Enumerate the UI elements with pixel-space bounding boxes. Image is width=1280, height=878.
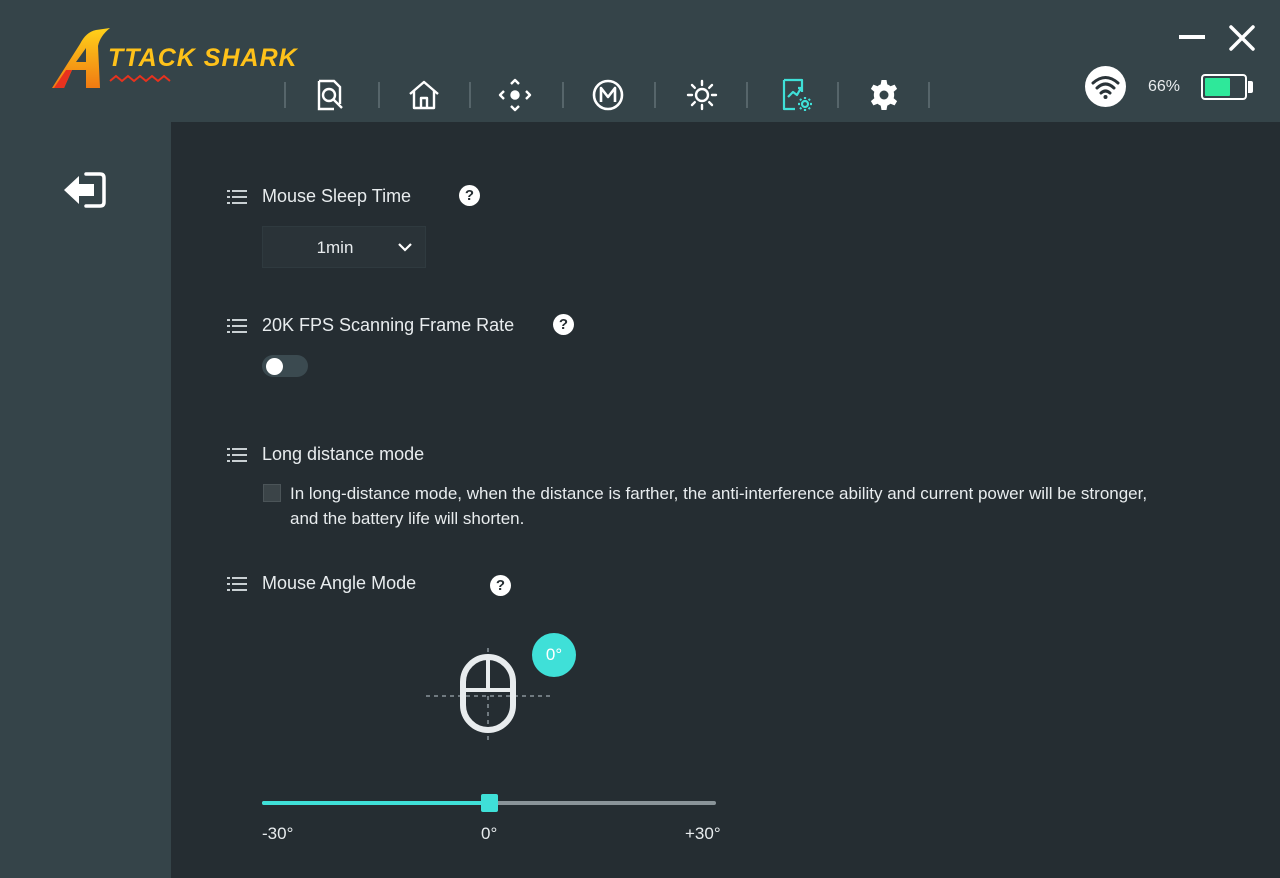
help-icon[interactable]: ? [459,185,480,206]
gear-icon[interactable] [866,77,902,113]
nav-separator [654,82,656,108]
chevron-down-icon [398,243,412,252]
sleep-time-title: Mouse Sleep Time [262,186,412,206]
slider-max-label: +30° [685,824,721,843]
nav-separator [469,82,471,108]
angle-mode-title: Mouse Angle Mode [262,573,417,593]
battery-icon [1201,74,1247,100]
performance-settings-icon[interactable] [778,77,814,113]
nav-separator [562,82,564,108]
long-distance-checkbox[interactable] [263,484,281,502]
list-icon [227,577,247,591]
macro-m-icon[interactable] [590,77,626,113]
slider-min-label: -30° [262,824,294,843]
angle-value-badge: 0° [532,633,576,677]
long-distance-description: In long-distance mode, when the distance… [290,484,1148,528]
wifi-icon [1085,66,1126,107]
minimize-icon[interactable] [1176,22,1208,54]
sleep-time-select[interactable]: 1min [262,226,426,268]
battery-cap [1248,81,1253,93]
svg-text:TTACK SHARK: TTACK SHARK [108,44,299,72]
home-icon[interactable] [406,77,442,113]
nav-separator [284,82,286,108]
long-distance-title: Long distance mode [262,444,425,464]
nav-separator [928,82,930,108]
toggle-knob [266,358,283,375]
fps-title: 20K FPS Scanning Frame Rate [262,315,515,335]
brightness-icon[interactable] [684,77,720,113]
sleep-time-value: 1min [316,238,354,257]
dpad-icon[interactable] [497,77,533,113]
nav-separator [837,82,839,108]
fps-toggle[interactable] [262,355,308,377]
help-icon[interactable]: ? [553,314,574,335]
battery-level-fill [1205,78,1230,96]
slider-mid-label: 0° [481,824,498,843]
search-report-icon[interactable] [312,77,348,113]
list-icon [227,190,247,204]
slider-thumb[interactable] [481,794,498,812]
help-icon[interactable]: ? [490,575,511,596]
nav-separator [746,82,748,108]
brand-logo: TTACK SHARK [50,26,300,96]
list-icon [227,319,247,333]
close-icon[interactable] [1226,22,1258,54]
exit-icon[interactable] [62,168,108,212]
battery-percentage: 66% [1148,78,1181,95]
nav-separator [378,82,380,108]
angle-slider[interactable] [262,790,716,816]
sidebar [0,122,171,878]
slider-fill [262,801,489,805]
list-icon [227,448,247,462]
